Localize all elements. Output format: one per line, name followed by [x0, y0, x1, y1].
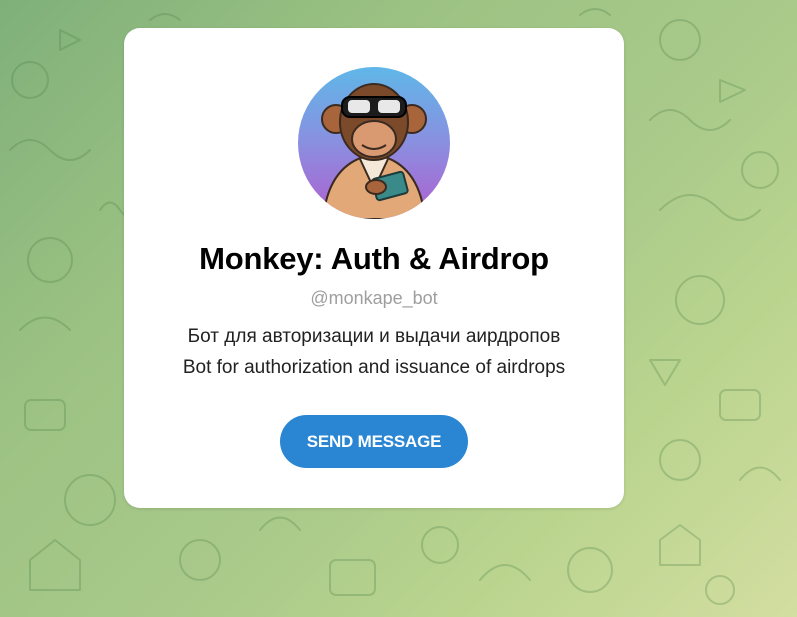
bot-info-card: Monkey: Auth & Airdrop @monkape_bot Бот …: [124, 28, 624, 508]
monkey-ape-avatar-icon: [298, 67, 450, 219]
send-message-button[interactable]: SEND MESSAGE: [280, 415, 468, 468]
bot-description-ru: Бот для авторизации и выдачи аирдропов: [187, 326, 561, 347]
bot-description-en: Bot for authorization and issuance of ai…: [182, 357, 566, 378]
bot-username: @monkape_bot: [310, 288, 438, 308]
bot-name-title: Monkey: Auth & Airdrop: [199, 241, 549, 276]
